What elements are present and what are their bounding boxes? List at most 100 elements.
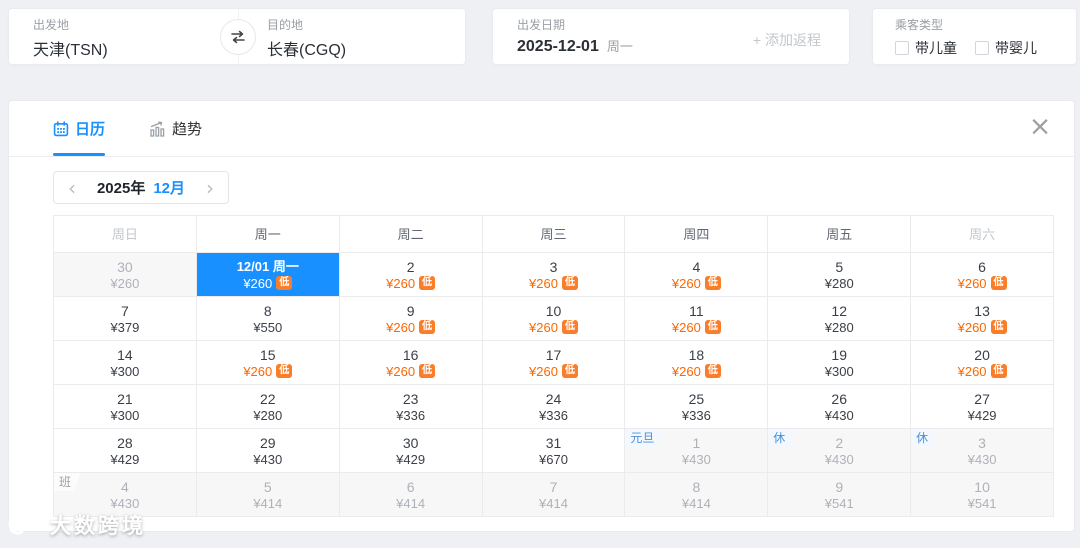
calendar-day-cell[interactable]: 5¥280	[768, 253, 911, 297]
origin-value[interactable]: 天津(TSN)	[33, 36, 108, 60]
low-price-badge: 低	[705, 320, 721, 334]
calendar-day-cell[interactable]: 10¥260低	[483, 297, 626, 341]
calendar-day-cell[interactable]: 2¥260低	[340, 253, 483, 297]
calendar-day-cell[interactable]: 9¥260低	[340, 297, 483, 341]
calendar-weekday-row: 周日周一周二周三周四周五周六	[53, 215, 1054, 253]
price: ¥280	[825, 320, 854, 335]
calendar-day-cell[interactable]: 6¥260低	[911, 253, 1054, 297]
price: ¥336	[539, 408, 568, 423]
calendar-day-cell[interactable]: 7¥379	[54, 297, 197, 341]
tab-trend[interactable]: 趋势	[149, 101, 202, 156]
calendar-day-cell[interactable]: 16¥260低	[340, 341, 483, 385]
calendar-day-cell[interactable]: 元旦1¥430	[625, 429, 768, 473]
depart-date-field[interactable]: 出发日期 2025-12-01 周一	[517, 19, 633, 56]
calendar-day-cell[interactable]: 27¥429	[911, 385, 1054, 429]
calendar-day-cell[interactable]: 13¥260低	[911, 297, 1054, 341]
low-price-badge: 低	[562, 320, 578, 334]
price: ¥414	[253, 496, 282, 511]
destination-field[interactable]: 目的地 长春(CGQ)	[267, 19, 346, 60]
low-price-badge: 低	[562, 364, 578, 378]
day-number: 16	[403, 347, 419, 363]
with-infant-checkbox[interactable]	[975, 41, 989, 55]
calendar-day-cell[interactable]: 班4¥430	[54, 473, 197, 517]
low-price-badge: 低	[991, 276, 1007, 290]
tab-trend-label: 趋势	[172, 118, 202, 139]
calendar-day-cell[interactable]: 19¥300	[768, 341, 911, 385]
calendar-day-cell[interactable]: 31¥670	[483, 429, 626, 473]
calendar-day-cell[interactable]: 15¥260低	[197, 341, 340, 385]
weekday-header: 周三	[483, 216, 626, 253]
calendar-day-cell[interactable]: 21¥300	[54, 385, 197, 429]
price: ¥260低	[386, 320, 435, 335]
calendar-day-cell[interactable]: 休2¥430	[768, 429, 911, 473]
calendar-day-cell[interactable]: 28¥429	[54, 429, 197, 473]
swap-route-button[interactable]	[220, 19, 256, 55]
calendar-day-cell[interactable]: 30¥429	[340, 429, 483, 473]
price: ¥414	[396, 496, 425, 511]
close-icon[interactable]: ×	[1026, 114, 1054, 142]
calendar-icon	[53, 121, 69, 137]
depart-date-card: 出发日期 2025-12-01 周一 + 添加返程	[492, 8, 850, 65]
calendar-day-cell[interactable]: 9¥541	[768, 473, 911, 517]
tab-calendar[interactable]: 日历	[53, 101, 105, 156]
low-price-badge: 低	[419, 320, 435, 334]
calendar-day-cell[interactable]: 25¥336	[625, 385, 768, 429]
calendar-day-cell[interactable]: 4¥260低	[625, 253, 768, 297]
with-infant-option[interactable]: 带婴儿	[975, 38, 1037, 58]
price: ¥260低	[958, 364, 1007, 379]
calendar-day-cell[interactable]: 8¥550	[197, 297, 340, 341]
price: ¥260低	[243, 364, 292, 379]
add-return-button[interactable]: + 添加返程	[753, 30, 821, 50]
weekday-header: 周二	[340, 216, 483, 253]
price: ¥260低	[672, 320, 721, 335]
price: ¥429	[968, 408, 997, 423]
prev-month-icon[interactable]: ‹	[68, 178, 76, 198]
price: ¥379	[110, 320, 139, 335]
tab-calendar-label: 日历	[75, 118, 105, 139]
calendar-day-cell[interactable]: 30¥260	[54, 253, 197, 297]
price: ¥414	[682, 496, 711, 511]
price: ¥429	[110, 452, 139, 467]
calendar-day-cell[interactable]: 24¥336	[483, 385, 626, 429]
price: ¥429	[396, 452, 425, 467]
day-number: 23	[403, 391, 419, 407]
calendar-day-cell[interactable]: 29¥430	[197, 429, 340, 473]
price: ¥260低	[386, 276, 435, 291]
calendar-day-cell[interactable]: 17¥260低	[483, 341, 626, 385]
calendar-day-cell[interactable]: 6¥414	[340, 473, 483, 517]
price: ¥260	[110, 276, 139, 291]
calendar-day-cell[interactable]: 7¥414	[483, 473, 626, 517]
day-number: 12	[831, 303, 847, 319]
calendar-day-cell[interactable]: 12¥280	[768, 297, 911, 341]
calendar-day-cell[interactable]: 22¥280	[197, 385, 340, 429]
day-number: 19	[831, 347, 847, 363]
price: ¥414	[539, 496, 568, 511]
destination-label: 目的地	[267, 19, 346, 31]
destination-value[interactable]: 长春(CGQ)	[267, 36, 346, 60]
depart-date-value[interactable]: 2025-12-01	[517, 38, 599, 56]
calendar-day-cell[interactable]: 26¥430	[768, 385, 911, 429]
calendar-day-cell[interactable]: 23¥336	[340, 385, 483, 429]
price: ¥430	[110, 496, 139, 511]
day-number: 9	[407, 303, 415, 319]
calendar-day-cell[interactable]: 3¥260低	[483, 253, 626, 297]
calendar-day-cell[interactable]: 18¥260低	[625, 341, 768, 385]
calendar-day-cell[interactable]: 5¥414	[197, 473, 340, 517]
price: ¥260低	[243, 276, 292, 291]
price: ¥260低	[672, 276, 721, 291]
calendar-day-cell[interactable]: 休3¥430	[911, 429, 1054, 473]
calendar-day-selected[interactable]: 12/01 周一¥260低	[197, 253, 340, 297]
price-calendar-panel: 日历 趋势 × ‹ 2025年 12月 › 周日周一周二周三周四周五周六 30¥…	[8, 100, 1075, 532]
with-child-checkbox[interactable]	[895, 41, 909, 55]
calendar-day-cell[interactable]: 10¥541	[911, 473, 1054, 517]
calendar-day-cell[interactable]: 11¥260低	[625, 297, 768, 341]
calendar-day-cell[interactable]: 8¥414	[625, 473, 768, 517]
calendar-day-cell[interactable]: 14¥300	[54, 341, 197, 385]
origin-field[interactable]: 出发地 天津(TSN)	[33, 19, 108, 60]
calendar-day-cell[interactable]: 20¥260低	[911, 341, 1054, 385]
with-child-option[interactable]: 带儿童	[895, 38, 957, 58]
day-number: 25	[689, 391, 705, 407]
next-month-icon[interactable]: ›	[206, 178, 214, 198]
holiday-badge: 班	[54, 473, 80, 491]
price: ¥430	[682, 452, 711, 467]
